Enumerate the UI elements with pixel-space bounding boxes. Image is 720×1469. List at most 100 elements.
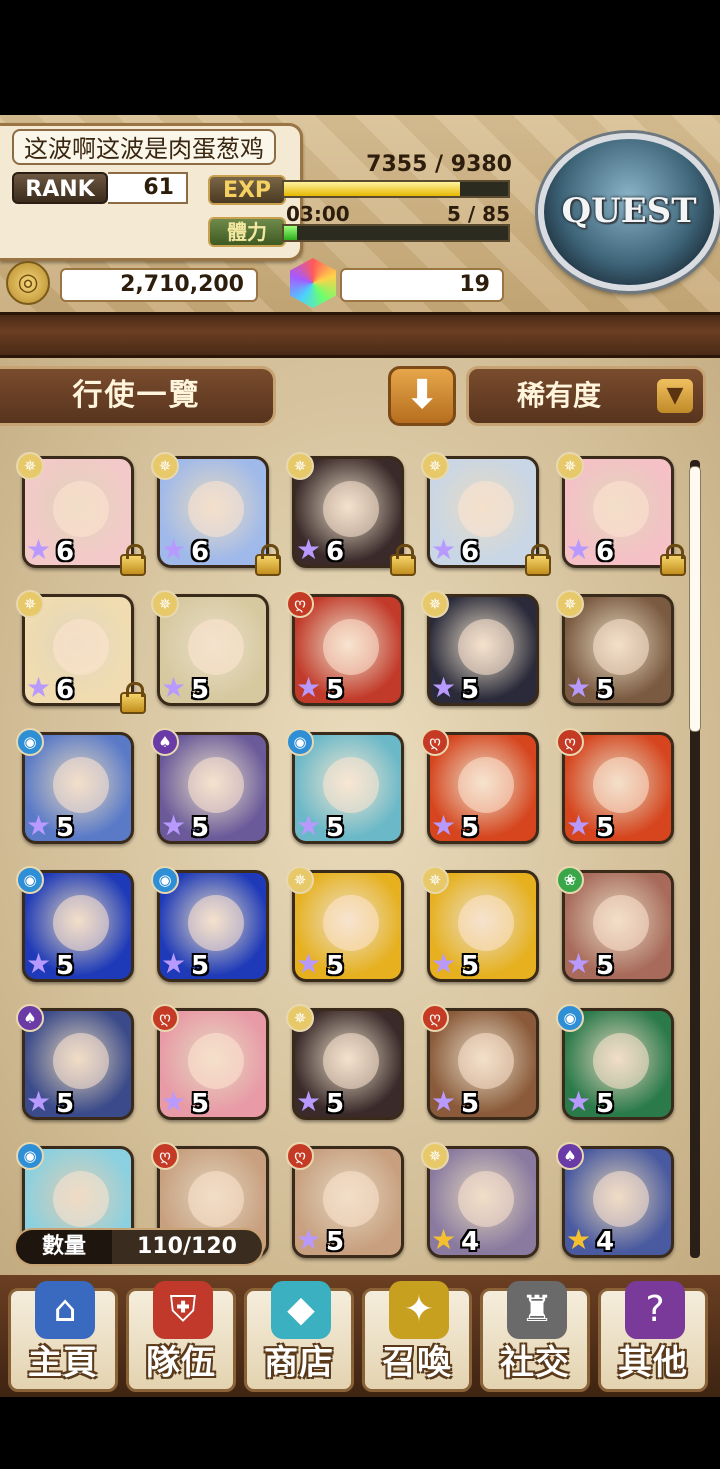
rainbow-star-icon: ★ bbox=[296, 671, 322, 704]
unit-portrait bbox=[188, 1171, 244, 1227]
unit-portrait bbox=[53, 481, 109, 537]
lock-icon bbox=[120, 682, 146, 714]
rarity-number: 6 bbox=[56, 675, 75, 705]
light-element-icon: ✵ bbox=[286, 1004, 314, 1032]
dark-element-icon: ♠ bbox=[16, 1004, 44, 1032]
nav-label: 主頁 bbox=[28, 1343, 98, 1383]
rainbow-star-icon: ★ bbox=[296, 1223, 322, 1256]
unit-portrait bbox=[188, 757, 244, 813]
rarity-number: 5 bbox=[326, 813, 345, 843]
rainbow-star-icon: ★ bbox=[566, 809, 592, 842]
light-element-icon: ✵ bbox=[421, 866, 449, 894]
nav-label: 社交 bbox=[500, 1343, 570, 1383]
lock-icon bbox=[660, 544, 686, 576]
lock-icon bbox=[120, 544, 146, 576]
water-element-icon: ◉ bbox=[286, 728, 314, 756]
unit-portrait bbox=[458, 481, 514, 537]
light-element-icon: ✵ bbox=[286, 866, 314, 894]
rainbow-star-icon: ★ bbox=[26, 533, 52, 566]
rainbow-star-icon: ★ bbox=[566, 533, 592, 566]
rainbow-star-icon: ★ bbox=[431, 1085, 457, 1118]
light-element-icon: ✵ bbox=[421, 590, 449, 618]
unit-portrait bbox=[323, 757, 379, 813]
rainbow-star-icon: ★ bbox=[296, 533, 322, 566]
unit-count: 數量 110/120 bbox=[14, 1228, 264, 1266]
house-icon: ⌂ bbox=[35, 1281, 95, 1339]
rainbow-star-icon: ★ bbox=[431, 1223, 457, 1256]
rarity-number: 6 bbox=[596, 537, 615, 567]
rarity-number: 5 bbox=[326, 675, 345, 705]
rainbow-star-icon: ★ bbox=[161, 809, 187, 842]
rarity-number: 5 bbox=[191, 675, 210, 705]
unit-portrait bbox=[593, 1033, 649, 1089]
unit-portrait bbox=[53, 757, 109, 813]
water-element-icon: ◉ bbox=[556, 1004, 584, 1032]
nav-item-3[interactable]: ✦ 召喚 bbox=[362, 1281, 472, 1392]
light-element-icon: ✵ bbox=[16, 590, 44, 618]
nav-item-0[interactable]: ⌂ 主頁 bbox=[8, 1281, 118, 1392]
unit-portrait bbox=[53, 1171, 109, 1227]
light-element-icon: ✵ bbox=[421, 1142, 449, 1170]
dark-element-icon: ♠ bbox=[556, 1142, 584, 1170]
rainbow-star-icon: ★ bbox=[26, 671, 52, 704]
unit-portrait bbox=[593, 895, 649, 951]
rarity-number: 5 bbox=[596, 813, 615, 843]
count-value: 110/120 bbox=[137, 1234, 237, 1259]
rainbow-star-icon: ★ bbox=[161, 671, 187, 704]
rarity-number: 5 bbox=[56, 813, 75, 843]
unit-portrait bbox=[458, 619, 514, 675]
rainbow-star-icon: ★ bbox=[296, 947, 322, 980]
light-element-icon: ✵ bbox=[421, 452, 449, 480]
rarity-number: 5 bbox=[461, 813, 480, 843]
rarity-number: 5 bbox=[596, 675, 615, 705]
rarity-number: 6 bbox=[326, 537, 345, 567]
rarity-number: 5 bbox=[461, 675, 480, 705]
fire-element-icon: ღ bbox=[286, 1142, 314, 1170]
water-element-icon: ◉ bbox=[151, 866, 179, 894]
unit-portrait bbox=[593, 1171, 649, 1227]
unit-portrait bbox=[53, 895, 109, 951]
dark-element-icon: ♠ bbox=[151, 728, 179, 756]
scrollbar-thumb[interactable] bbox=[689, 466, 701, 732]
unit-portrait bbox=[593, 481, 649, 537]
rainbow-star-icon: ★ bbox=[566, 1223, 592, 1256]
nav-item-5[interactable]: ? 其他 bbox=[598, 1281, 708, 1392]
lock-icon bbox=[525, 544, 551, 576]
nav-item-2[interactable]: ◆ 商店 bbox=[244, 1281, 354, 1392]
unit-portrait bbox=[323, 895, 379, 951]
rarity-number: 5 bbox=[461, 1089, 480, 1119]
unit-portrait bbox=[188, 619, 244, 675]
rainbow-star-icon: ★ bbox=[431, 533, 457, 566]
unit-portrait bbox=[458, 895, 514, 951]
rainbow-star-icon: ★ bbox=[431, 809, 457, 842]
rarity-number: 5 bbox=[596, 951, 615, 981]
rainbow-star-icon: ★ bbox=[161, 533, 187, 566]
unit-portrait bbox=[188, 895, 244, 951]
nav-item-1[interactable]: ⛨ 隊伍 bbox=[126, 1281, 236, 1392]
rainbow-star-icon: ★ bbox=[296, 809, 322, 842]
nav-item-4[interactable]: ♜ 社交 bbox=[480, 1281, 590, 1392]
light-element-icon: ✵ bbox=[151, 590, 179, 618]
rainbow-star-icon: ★ bbox=[26, 947, 52, 980]
fire-element-icon: ღ bbox=[421, 1004, 449, 1032]
rainbow-star-icon: ★ bbox=[566, 1085, 592, 1118]
knight-helmet-icon: ♜ bbox=[507, 1281, 567, 1339]
rainbow-star-icon: ★ bbox=[566, 671, 592, 704]
unit-portrait bbox=[188, 1033, 244, 1089]
rarity-number: 6 bbox=[461, 537, 480, 567]
unit-portrait bbox=[53, 1033, 109, 1089]
unit-portrait bbox=[593, 619, 649, 675]
system-nav-area bbox=[0, 1397, 720, 1469]
rainbow-star-icon: ★ bbox=[161, 1085, 187, 1118]
unit-portrait bbox=[323, 1033, 379, 1089]
summon-icon: ✦ bbox=[389, 1281, 449, 1339]
gem-icon: ◆ bbox=[271, 1281, 331, 1339]
rarity-number: 4 bbox=[596, 1227, 615, 1257]
rarity-number: 5 bbox=[56, 1089, 75, 1119]
fire-element-icon: ღ bbox=[421, 728, 449, 756]
rarity-number: 5 bbox=[461, 951, 480, 981]
rainbow-star-icon: ★ bbox=[566, 947, 592, 980]
unit-portrait bbox=[53, 619, 109, 675]
rarity-number: 5 bbox=[326, 1227, 345, 1257]
rarity-number: 5 bbox=[191, 813, 210, 843]
